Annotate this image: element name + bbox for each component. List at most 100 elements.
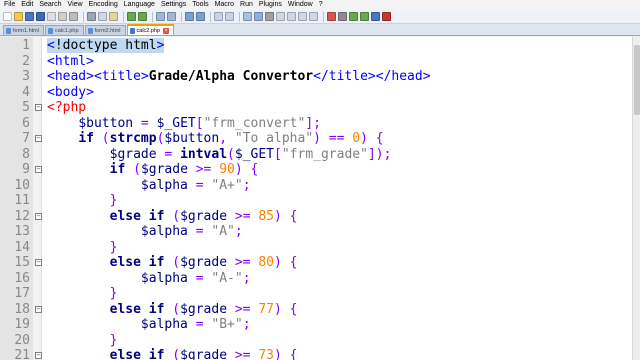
tab-form1-html[interactable]: form1.html: [3, 25, 44, 35]
close-icon[interactable]: [47, 12, 56, 21]
code-line[interactable]: 10 $alpha = "A+";: [0, 178, 632, 194]
code-line[interactable]: 11 }: [0, 193, 632, 209]
code-line[interactable]: 13 $alpha = "A";: [0, 224, 632, 240]
sync-v-icon[interactable]: [214, 12, 223, 21]
menu-item-help[interactable]: ?: [316, 0, 326, 10]
sync-h-icon[interactable]: [225, 12, 234, 21]
tab-calc1-php[interactable]: calc1.php: [44, 25, 84, 35]
menu-item-macro[interactable]: Macro: [212, 0, 237, 10]
code-token: $alpha: [140, 177, 188, 193]
menu-item-edit[interactable]: Edit: [18, 0, 36, 10]
menu-item-window[interactable]: Window: [285, 0, 316, 10]
function-list-icon[interactable]: [298, 12, 307, 21]
code-line[interactable]: 7− if (strcmp($button, "To alpha") == 0)…: [0, 131, 632, 147]
spell-check-icon[interactable]: [382, 12, 391, 21]
fold-toggle-icon[interactable]: −: [35, 135, 42, 142]
save-icon[interactable]: [25, 12, 34, 21]
menu-item-encoding[interactable]: Encoding: [86, 0, 121, 10]
line-number: 6: [22, 115, 30, 131]
paste-icon[interactable]: [109, 12, 118, 21]
line-number: 17: [14, 286, 30, 301]
code-line[interactable]: 17 }: [0, 286, 632, 302]
code-token: >=: [227, 301, 259, 317]
new-icon[interactable]: [3, 12, 12, 21]
fold-toggle-icon[interactable]: −: [35, 352, 42, 359]
code-editor[interactable]: 1 <!doctype html> 2 <html> 3 <head><title>Gra…: [0, 37, 632, 360]
toolbar-separator: [181, 11, 182, 22]
tab-calc2-php[interactable]: calc2.php ×: [126, 24, 175, 35]
close-tab-icon[interactable]: ×: [163, 27, 170, 34]
replace-icon[interactable]: [167, 12, 176, 21]
menu-item-file[interactable]: File: [0, 0, 18, 10]
code-text: }: [47, 286, 118, 302]
stop-record-icon[interactable]: [338, 12, 347, 21]
record-macro-icon[interactable]: [327, 12, 336, 21]
code-line[interactable]: 21− else if ($grade >= 73) {: [0, 348, 632, 360]
code-line[interactable]: 6 $button = $_GET["frm_convert"];: [0, 116, 632, 132]
menu-item-language[interactable]: Language: [121, 0, 158, 10]
code-line[interactable]: 12− else if ($grade >= 85) {: [0, 209, 632, 225]
menu-item-view[interactable]: View: [65, 0, 86, 10]
code-line[interactable]: 19 $alpha = "B+";: [0, 317, 632, 333]
code-line[interactable]: 15− else if ($grade >= 80) {: [0, 255, 632, 271]
play-macro-icon[interactable]: [349, 12, 358, 21]
code-token: $grade: [140, 162, 188, 177]
code-token: $_GET: [156, 115, 196, 131]
code-line[interactable]: 3 <head><title>Grade/Alpha Convertor</tit…: [0, 69, 632, 85]
run-macro-multiple-icon[interactable]: [360, 12, 369, 21]
copy-icon[interactable]: [98, 12, 107, 21]
find-icon[interactable]: [156, 12, 165, 21]
doc-map-icon[interactable]: [287, 12, 296, 21]
toolbar-separator: [123, 11, 124, 22]
tab-form2-html[interactable]: form2.html: [84, 25, 126, 35]
line-number: 18: [14, 301, 30, 317]
code-line[interactable]: 4 <body>: [0, 85, 632, 101]
fold-toggle-icon[interactable]: −: [35, 166, 42, 173]
save-macro-icon[interactable]: [371, 12, 380, 21]
code-text: $alpha = "A-";: [47, 271, 251, 287]
folder-workspace-icon[interactable]: [309, 12, 318, 21]
code-line[interactable]: 18− else if ($grade >= 77) {: [0, 302, 632, 318]
code-line[interactable]: 8 $grade = intval($_GET["frm_grade"]);: [0, 147, 632, 163]
toolbar-separator: [210, 11, 211, 22]
undo-icon[interactable]: [127, 12, 136, 21]
code-token: =: [156, 146, 181, 162]
zoom-in-icon[interactable]: [185, 12, 194, 21]
code-token: >=: [227, 348, 259, 360]
code-token: >=: [227, 208, 259, 224]
code-line[interactable]: 1 <!doctype html>: [0, 38, 632, 54]
line-number: 21: [14, 348, 30, 360]
code-line[interactable]: 2 <html>: [0, 54, 632, 70]
menu-item-tools[interactable]: Tools: [189, 0, 211, 10]
udl-icon[interactable]: [276, 12, 285, 21]
fold-toggle-icon[interactable]: −: [35, 104, 42, 111]
vertical-scrollbar[interactable]: [632, 37, 640, 360]
code-line[interactable]: 5− <?php: [0, 100, 632, 116]
code-line[interactable]: 16 $alpha = "A-";: [0, 271, 632, 287]
code-line[interactable]: 14 }: [0, 240, 632, 256]
close-all-icon[interactable]: [58, 12, 67, 21]
save-all-icon[interactable]: [36, 12, 45, 21]
all-chars-icon[interactable]: [254, 12, 263, 21]
menu-item-plugins[interactable]: Plugins: [256, 0, 285, 10]
zoom-out-icon[interactable]: [196, 12, 205, 21]
fold-toggle-icon[interactable]: −: [35, 212, 42, 220]
print-icon[interactable]: [69, 12, 78, 21]
scrollbar-thumb[interactable]: [634, 45, 640, 115]
code-line[interactable]: 9− if ($grade >= 90) {: [0, 162, 632, 178]
indent-guide-icon[interactable]: [265, 12, 274, 21]
menu-item-search[interactable]: Search: [36, 0, 64, 10]
code-text: else if ($grade >= 77) {: [47, 302, 298, 318]
wrap-icon[interactable]: [243, 12, 252, 21]
code-text: $alpha = "B+";: [47, 317, 251, 333]
code-token: [: [195, 115, 204, 131]
fold-toggle-icon[interactable]: −: [35, 305, 42, 313]
cut-icon[interactable]: [87, 12, 96, 21]
line-number: 5: [22, 100, 30, 115]
menu-item-settings[interactable]: Settings: [158, 0, 189, 10]
code-line[interactable]: 20 }: [0, 333, 632, 349]
menu-item-run[interactable]: Run: [237, 0, 256, 10]
fold-toggle-icon[interactable]: −: [35, 259, 42, 266]
open-icon[interactable]: [14, 12, 23, 21]
redo-icon[interactable]: [138, 12, 147, 21]
